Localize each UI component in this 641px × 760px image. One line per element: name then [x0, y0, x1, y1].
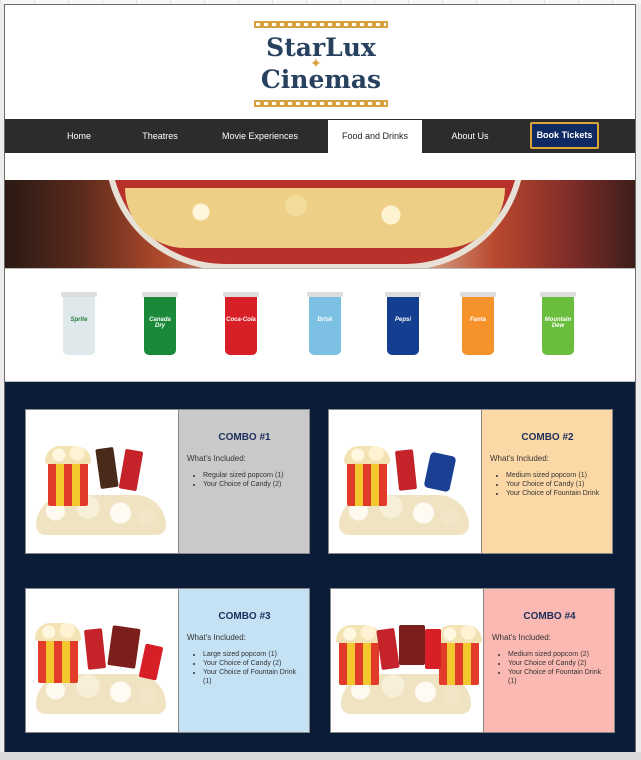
film-strip-top: [254, 21, 388, 28]
combo-subtitle: What's Included:: [492, 633, 551, 642]
combo-subtitle: What's Included:: [490, 454, 549, 463]
film-strip-bottom: [254, 100, 388, 107]
combo-card[interactable]: COMBO #2 What's Included: Medium sized p…: [328, 409, 613, 554]
nav-food-and-drinks[interactable]: Food and Drinks: [328, 120, 422, 153]
drink-cup[interactable]: Mountain Dew: [540, 292, 576, 355]
combo-image: [25, 409, 179, 554]
drink-cup: [425, 629, 441, 669]
combo-image: [330, 588, 484, 733]
combo-items: Medium sized popcorn (1) Your Choice of …: [494, 471, 608, 498]
page-bottom-bar: [0, 752, 641, 760]
candy-pack: [83, 628, 107, 670]
candy-pack: [107, 625, 141, 669]
hero-popcorn-image: [5, 180, 635, 268]
drink-label: Canada Dry: [149, 317, 171, 329]
drinks-row: Sprite Canada Dry Coca-Cola Brisk Pepsi …: [5, 268, 635, 382]
combo-info-panel: COMBO #4 What's Included: Medium sized p…: [484, 588, 615, 733]
list-item: Regular sized popcorn (1): [203, 471, 305, 480]
combo-subtitle: What's Included:: [187, 633, 246, 642]
drink-cup[interactable]: Coca-Cola: [223, 292, 259, 355]
drink-label: Fanta: [469, 317, 486, 323]
drink-cup[interactable]: Canada Dry: [142, 292, 178, 355]
combos-section: COMBO #1 What's Included: Regular sized …: [5, 382, 635, 755]
combo-image: [328, 409, 482, 554]
combo-image: [25, 588, 179, 733]
list-item: Medium sized popcorn (1): [506, 471, 608, 480]
list-item: Your Choice of Candy (2): [508, 659, 610, 668]
list-item: Your Choice of Fountain Drink: [506, 489, 608, 498]
candy-pack: [399, 625, 425, 665]
combo-info-panel: COMBO #3 What's Included: Large sized po…: [179, 588, 310, 733]
drink-label: Coca-Cola: [226, 317, 256, 323]
nav-movie-experiences[interactable]: Movie Experiences: [215, 119, 305, 153]
popcorn-bucket: [336, 625, 382, 685]
combo-items: Large sized popcorn (1) Your Choice of C…: [191, 650, 305, 686]
popcorn-fill: [125, 188, 505, 248]
drink-cup[interactable]: Fanta: [460, 292, 496, 355]
popcorn-bucket: [35, 623, 81, 683]
combo-title: COMBO #3: [218, 611, 271, 622]
book-tickets-button[interactable]: Book Tickets: [530, 122, 599, 149]
drink-label: Sprite: [70, 317, 88, 323]
list-item: Large sized popcorn (1): [203, 650, 305, 659]
drink-cup: [138, 643, 164, 681]
nav-about-us[interactable]: About Us: [442, 119, 498, 153]
drink-label: Pepsi: [394, 317, 411, 323]
candy-pack: [394, 449, 418, 491]
combo-card[interactable]: COMBO #3 What's Included: Large sized po…: [25, 588, 310, 733]
list-item: Your Choice of Candy (2): [203, 659, 305, 668]
combo-info-panel: COMBO #2 What's Included: Medium sized p…: [482, 409, 613, 554]
combo-title: COMBO #1: [218, 432, 271, 443]
drink-label: Mountain Dew: [544, 317, 572, 329]
list-item: Your Choice of Candy (2): [203, 480, 305, 489]
header: StarLux ✦ Cinemas: [5, 5, 635, 119]
drink-cup[interactable]: Pepsi: [385, 292, 421, 355]
starlux-logo[interactable]: StarLux ✦ Cinemas: [254, 21, 388, 107]
logo-line-2: Cinemas: [260, 65, 382, 94]
page: StarLux ✦ Cinemas Home Theatres Movie Ex…: [4, 4, 636, 756]
combo-title: COMBO #2: [521, 432, 574, 443]
list-item: Medium sized popcorn (2): [508, 650, 610, 659]
popcorn-bucket: [344, 446, 390, 506]
nav-theatres[interactable]: Theatres: [130, 119, 190, 153]
drink-label: Brisk: [317, 317, 333, 323]
candy-pack: [118, 448, 144, 492]
drink-cup[interactable]: Brisk: [307, 292, 343, 355]
combo-items: Regular sized popcorn (1) Your Choice of…: [191, 471, 305, 489]
list-item: Your Choice of Candy (1): [506, 480, 608, 489]
combo-card[interactable]: COMBO #4 What's Included: Medium sized p…: [330, 588, 615, 733]
drink-cup[interactable]: Sprite: [61, 292, 97, 355]
nav-home[interactable]: Home: [53, 119, 105, 153]
combo-card[interactable]: COMBO #1 What's Included: Regular sized …: [25, 409, 310, 554]
list-item: Your Choice of Fountain Drink (1): [508, 668, 610, 686]
candy-pack: [376, 627, 400, 671]
combo-items: Medium sized popcorn (2) Your Choice of …: [496, 650, 610, 686]
drink-cup: [423, 451, 457, 493]
popcorn-bucket: [436, 625, 482, 685]
main-nav: Home Theatres Movie Experiences Food and…: [5, 119, 635, 153]
combo-info-panel: COMBO #1 What's Included: Regular sized …: [179, 409, 310, 554]
popcorn-bucket: [45, 446, 91, 506]
candy-pack: [95, 446, 119, 490]
combo-title: COMBO #4: [523, 611, 576, 622]
list-item: Your Choice of Fountain Drink (1): [203, 668, 305, 686]
combo-subtitle: What's Included:: [187, 454, 246, 463]
